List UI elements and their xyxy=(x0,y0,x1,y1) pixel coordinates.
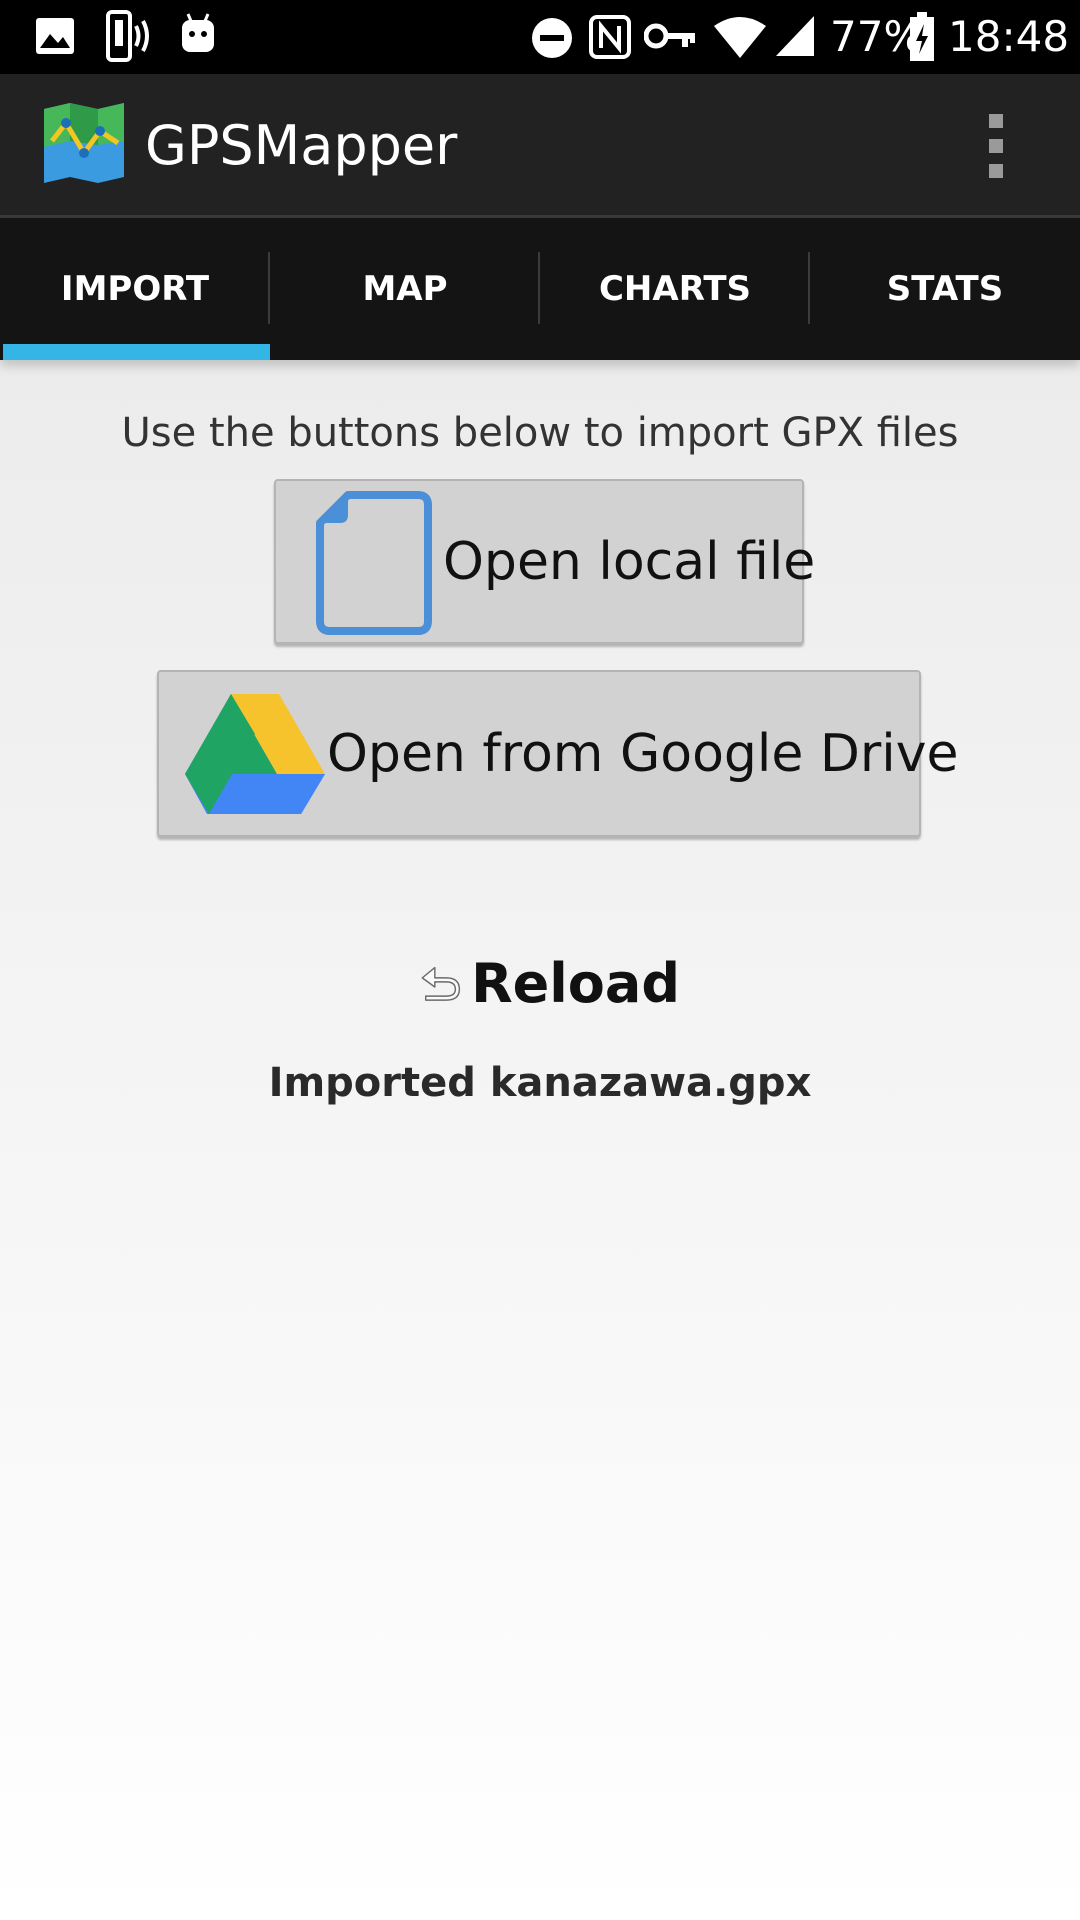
image-icon xyxy=(36,18,74,54)
vpn-key-icon xyxy=(644,23,695,49)
google-drive-icon xyxy=(185,694,325,814)
tab-selected-indicator xyxy=(3,344,270,360)
import-status-text: Imported kanazawa.gpx xyxy=(268,1060,812,1106)
open-local-file-label: Open local file xyxy=(443,532,816,592)
tab-import[interactable]: IMPORT xyxy=(0,218,270,360)
overflow-menu-icon[interactable] xyxy=(970,108,1022,184)
tab-bar: IMPORT MAP CHARTS STATS xyxy=(0,218,1080,360)
file-icon xyxy=(316,491,432,635)
tab-label: CHARTS xyxy=(598,269,752,309)
android-icon xyxy=(182,13,214,52)
wifi-icon xyxy=(714,17,766,58)
tab-map[interactable]: MAP xyxy=(270,218,540,360)
tab-label: MAP xyxy=(362,269,448,309)
nfc-icon xyxy=(589,15,631,59)
tab-stats[interactable]: STATS xyxy=(810,218,1080,360)
app-bar: GPSMapper xyxy=(0,74,1080,218)
status-bar: 77% 18:48 xyxy=(0,0,1080,74)
battery-icon xyxy=(910,12,934,61)
undo-icon xyxy=(421,966,461,1001)
open-local-file-button[interactable]: Open local file xyxy=(274,479,815,644)
clock: 18:48 xyxy=(948,12,1070,61)
signal-icon xyxy=(776,16,814,56)
tab-label: STATS xyxy=(886,269,1004,309)
open-google-drive-button[interactable]: Open from Google Drive xyxy=(157,670,959,837)
app-title: GPSMapper xyxy=(145,114,458,177)
tab-label: IMPORT xyxy=(60,269,210,309)
phone-vibrate-icon xyxy=(106,10,149,62)
do-not-disturb-icon xyxy=(532,18,572,58)
import-instruction: Use the buttons below to import GPX file… xyxy=(121,410,959,456)
app-logo-icon xyxy=(44,103,124,183)
tab-charts[interactable]: CHARTS xyxy=(540,218,810,360)
open-google-drive-label: Open from Google Drive xyxy=(327,724,959,784)
reload-label: Reload xyxy=(471,951,680,1015)
reload-button[interactable]: Reload xyxy=(420,948,680,1018)
